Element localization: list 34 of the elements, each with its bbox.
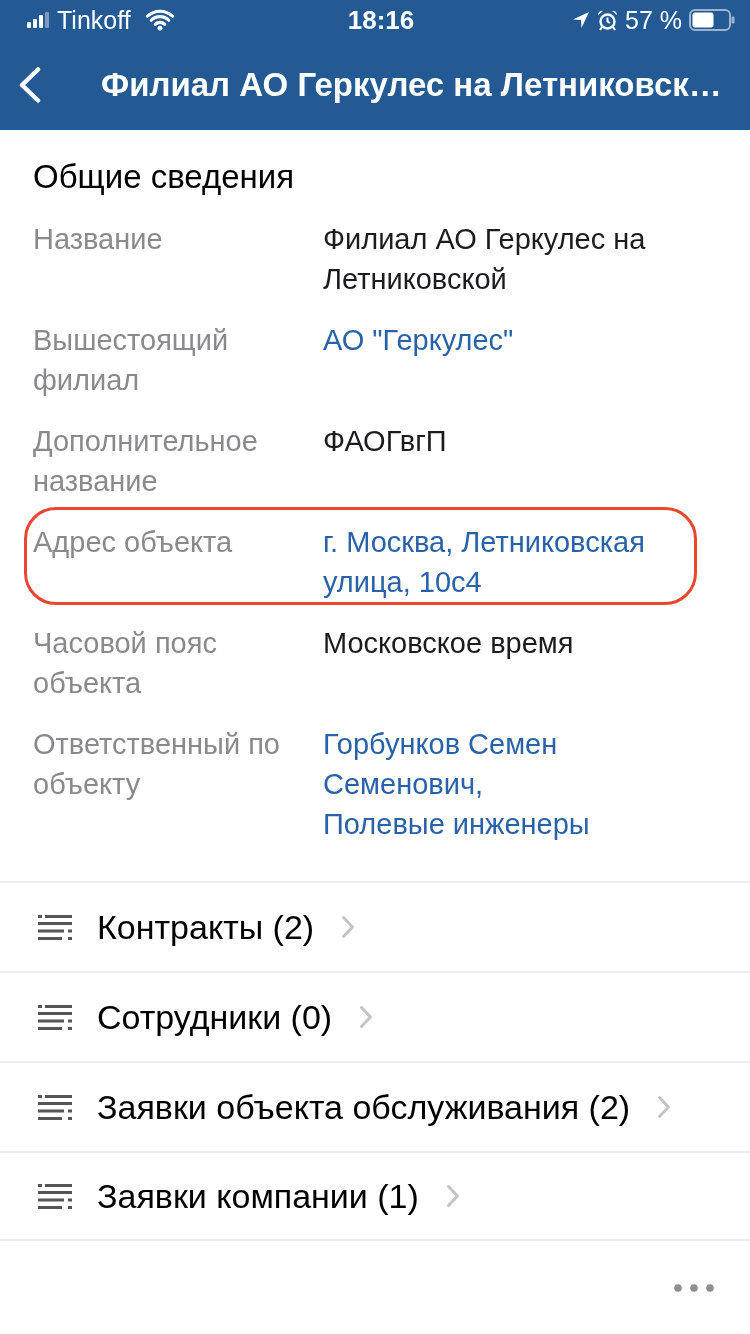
section-list-item[interactable]: Заявки компании (1): [0, 1151, 750, 1241]
field-label: Дополнительное название: [33, 424, 259, 499]
section-title: Общие сведения: [33, 157, 296, 197]
carrier-name: Tinkoff: [57, 5, 131, 35]
field-link[interactable]: Полевые инженеры: [323, 804, 590, 844]
field-label: Адрес объекта: [33, 525, 233, 560]
location-arrow-icon: [572, 11, 590, 29]
chevron-right-icon: [657, 1095, 672, 1119]
field-label: Ответственный по объекту: [33, 727, 281, 802]
list-icon: [38, 1094, 72, 1120]
field-label: Вышестоящий филиал: [33, 323, 230, 398]
field-value: Московское время: [323, 626, 574, 661]
field-link[interactable]: Горбунков Семен Семенович,: [323, 724, 689, 804]
field-label: Часовой пояс объекта: [33, 626, 218, 701]
alarm-clock-icon: [597, 9, 618, 31]
back-button[interactable]: [18, 67, 42, 103]
field-link[interactable]: АО "Геркулес": [323, 320, 514, 360]
chevron-right-icon: [341, 915, 356, 939]
status-time: 18:16: [347, 4, 415, 36]
signal-icon: [27, 12, 49, 28]
screen-title: Филиал АО Геркулес на Летниковск…: [101, 66, 722, 104]
battery-percentage: 57 %: [625, 5, 682, 35]
list-icon: [38, 914, 72, 940]
field-value: Филиал АО Геркулес на Летниковской: [323, 222, 647, 297]
list-icon: [38, 1183, 72, 1209]
field-value: ФАОГвгП: [323, 424, 447, 459]
field-link[interactable]: г. Москва, Летниковская улица, 10с4: [323, 522, 689, 602]
more-options-button[interactable]: [674, 1283, 714, 1292]
field-label: Название: [33, 222, 163, 257]
chevron-right-icon: [359, 1005, 374, 1029]
battery-icon: [689, 9, 735, 31]
chevron-right-icon: [445, 1184, 460, 1208]
wifi-icon: [144, 9, 175, 31]
list-icon: [38, 1004, 72, 1030]
